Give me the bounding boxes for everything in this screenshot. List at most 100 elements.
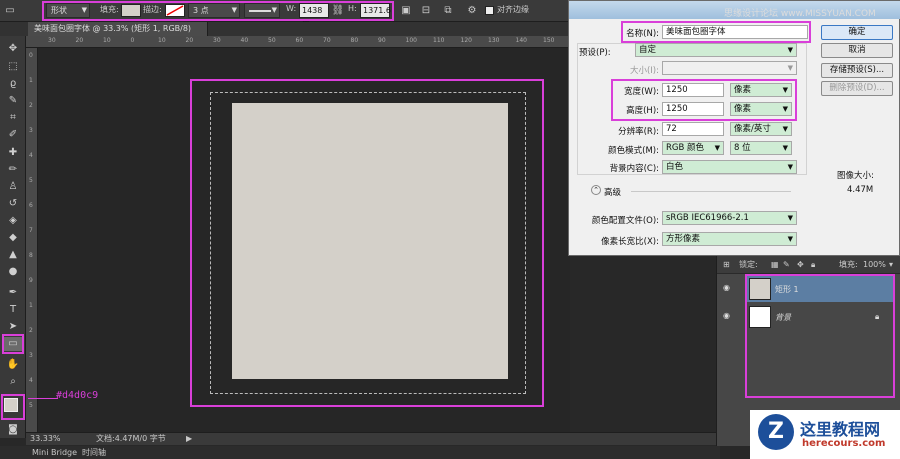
- ruler-tick-label: 3: [29, 127, 33, 134]
- ok-button[interactable]: 确定: [821, 25, 893, 40]
- zoom-level[interactable]: 33.33%: [30, 433, 61, 445]
- lock-position-icon[interactable]: ✥: [797, 256, 804, 274]
- highlight-box-name: [621, 21, 811, 43]
- marquee-tool-icon[interactable]: ⬚: [4, 60, 22, 74]
- status-arrow-icon[interactable]: ▶: [186, 433, 192, 445]
- rectangle-tool-preset-icon[interactable]: ▭: [2, 3, 18, 18]
- zoom-tool-icon[interactable]: ⌕: [4, 375, 22, 389]
- ruler-tick-label: 2: [29, 327, 33, 334]
- ruler-tick-label: 150: [543, 37, 555, 44]
- layer-fill-value[interactable]: 100%: [863, 256, 886, 274]
- resolution-label: 分辨率(R):: [618, 127, 659, 137]
- ruler-tick-label: 0: [29, 52, 33, 59]
- color-mode-select[interactable]: RGB 颜色 ▼: [662, 141, 724, 155]
- align-edges-checkbox[interactable]: [485, 6, 494, 15]
- move-tool-icon[interactable]: ✥: [4, 42, 22, 56]
- advanced-toggle-icon[interactable]: ⌃: [591, 185, 601, 195]
- tab-timeline[interactable]: 时间轴: [82, 446, 106, 459]
- eye-icon[interactable]: ◉: [723, 311, 730, 320]
- lock-paint-icon[interactable]: ✎: [783, 256, 790, 274]
- bottom-tabs: Mini Bridge 时间轴: [0, 446, 720, 459]
- canvas-area[interactable]: [38, 48, 570, 432]
- logo-name: 这里教程网: [800, 420, 881, 439]
- ruler-tick-label: 7: [29, 227, 33, 234]
- resolution-unit-value: 像素/英寸: [734, 124, 771, 134]
- background-label: 背景内容(C):: [609, 164, 659, 174]
- highlight-box-color: [1, 394, 25, 420]
- ruler-tick-label: 20: [75, 37, 84, 44]
- new-document-dialog: 名称(N): 美味面包圈字体 确定 取消 存储预设(S)... 删除预设(D).…: [568, 0, 900, 256]
- eyedropper-tool-icon[interactable]: ✐: [4, 128, 22, 142]
- preset-label: 预设(P):: [579, 48, 611, 58]
- vertical-ruler: 0 1 2 3 4 5 6 7 8 9 1 2 3 4 5: [26, 48, 38, 432]
- path-arrangement-icon[interactable]: ⧉: [440, 3, 456, 18]
- highlight-box-rect-tool: [2, 334, 24, 354]
- ruler-tick-label: 5: [29, 177, 33, 184]
- highlight-box-layers: [745, 274, 895, 398]
- status-bar: 33.33% 文档:4.47M/0 字节 ▶: [26, 432, 716, 445]
- brush-tool-icon[interactable]: ✏: [4, 163, 22, 177]
- lock-all-icon[interactable]: 🔒︎: [811, 256, 815, 274]
- lock-pixels-icon[interactable]: ▦: [771, 256, 779, 274]
- ruler-tick-label: 4: [29, 377, 33, 384]
- lock-label: 锁定:: [739, 260, 758, 269]
- annotation-line: [28, 398, 58, 399]
- quick-select-tool-icon[interactable]: ✎: [4, 94, 22, 108]
- ruler-tick-label: 10: [158, 37, 166, 44]
- bit-depth-select[interactable]: 8 位 ▼: [730, 141, 792, 155]
- background-value: 白色: [666, 162, 684, 172]
- layer-filter-icon[interactable]: ⊞: [723, 256, 730, 274]
- history-brush-tool-icon[interactable]: ↺: [4, 197, 22, 211]
- lasso-tool-icon[interactable]: ϱ: [4, 77, 22, 91]
- highlight-box-size: [611, 79, 797, 121]
- ruler-tick-label: 9: [29, 277, 33, 284]
- delete-preset-button[interactable]: 删除预设(D)...: [821, 81, 893, 96]
- clone-stamp-tool-icon[interactable]: ♙: [4, 180, 22, 194]
- ruler-tick-label: 40: [240, 37, 249, 44]
- preset-value: 自定: [639, 45, 657, 55]
- gear-icon[interactable]: ⚙: [464, 3, 480, 18]
- color-mode-label: 颜色模式(M):: [608, 146, 659, 156]
- path-alignment-icon[interactable]: ⊟: [418, 3, 434, 18]
- image-size-label: 图像大小:: [837, 171, 874, 181]
- tab-mini-bridge[interactable]: Mini Bridge: [32, 446, 77, 459]
- resolution-input[interactable]: 72: [662, 122, 724, 136]
- ruler-tick-label: 110: [433, 37, 445, 44]
- cancel-button[interactable]: 取消: [821, 43, 893, 58]
- profile-select[interactable]: sRGB IEC61966-2.1 ▼: [662, 211, 797, 225]
- path-operations-icon[interactable]: ▣: [398, 3, 414, 18]
- crop-tool-icon[interactable]: ⌗: [4, 111, 22, 125]
- rectangle-shape[interactable]: [232, 103, 508, 379]
- ruler-tick-label: 140: [515, 37, 527, 44]
- resolution-unit-select[interactable]: 像素/英寸 ▼: [730, 122, 792, 136]
- save-preset-button[interactable]: 存储预设(S)...: [821, 63, 893, 78]
- dodge-tool-icon[interactable]: ●: [4, 265, 22, 279]
- eraser-tool-icon[interactable]: ◈: [4, 214, 22, 228]
- document-tab[interactable]: 美味面包圈字体 @ 33.3% (矩形 1, RGB/8) *×: [28, 22, 208, 47]
- quick-mask-icon[interactable]: ◙: [4, 423, 22, 437]
- background-select[interactable]: 白色 ▼: [662, 160, 797, 174]
- aspect-select[interactable]: 方形像素 ▼: [662, 232, 797, 246]
- color-annotation: #d4d0c9: [56, 390, 99, 401]
- image-size-value: 4.47M: [847, 185, 874, 195]
- type-tool-icon[interactable]: T: [4, 303, 22, 317]
- path-select-tool-icon[interactable]: ➤: [4, 320, 22, 334]
- highlight-box-options: [42, 1, 394, 21]
- advanced-label: 高级: [604, 188, 622, 198]
- paint-bucket-tool-icon[interactable]: ◆: [4, 231, 22, 245]
- preset-select[interactable]: 自定 ▼: [635, 43, 797, 57]
- hand-tool-icon[interactable]: ✋: [4, 358, 22, 372]
- ruler-tick-label: 3: [29, 352, 33, 359]
- ruler-tick-label: 30: [213, 37, 221, 44]
- ruler-tick-label: 120: [460, 37, 472, 44]
- profile-label: 颜色配置文件(O):: [591, 216, 659, 226]
- ruler-tick-label: 90: [378, 37, 386, 44]
- ruler-tick-label: 8: [29, 252, 33, 259]
- eye-icon[interactable]: ◉: [723, 283, 730, 292]
- watermark-text: 思缘设计论坛 www.MISSYUAN.COM: [724, 9, 876, 19]
- size-select: ▼: [662, 61, 797, 75]
- chevron-down-icon[interactable]: ▾: [889, 256, 893, 274]
- healing-brush-tool-icon[interactable]: ✚: [4, 146, 22, 160]
- pen-tool-icon[interactable]: ✒: [4, 286, 22, 300]
- blur-tool-icon[interactable]: ▲: [4, 248, 22, 262]
